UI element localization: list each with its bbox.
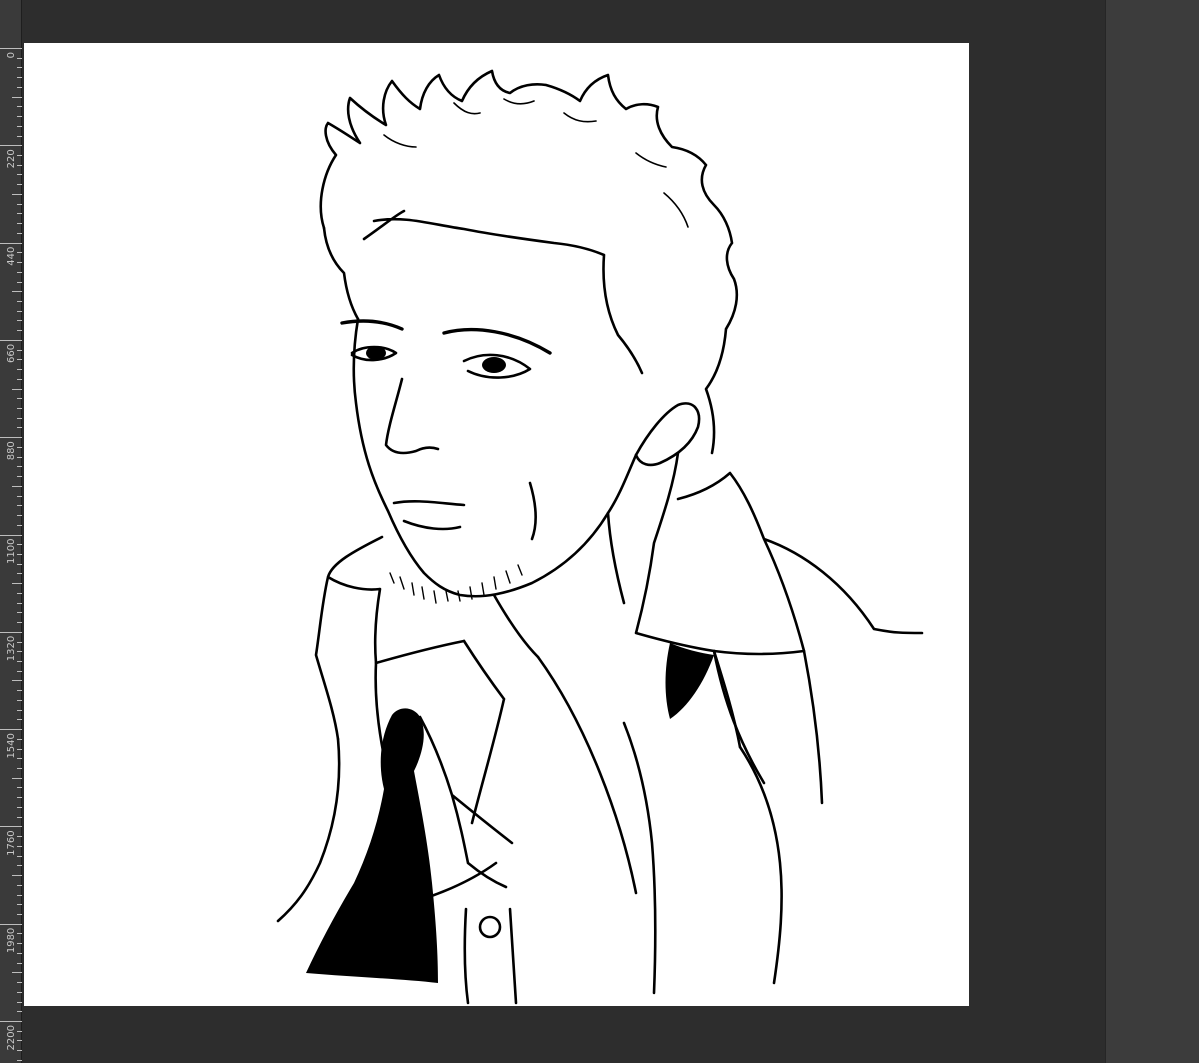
ruler-label: 880: [6, 441, 17, 460]
ruler-label: 660: [6, 344, 17, 363]
collar-shadow: [665, 643, 714, 719]
line-art-drawing: [276, 69, 924, 1005]
ruler-label: 1760: [6, 830, 17, 855]
hair-strokes: [319, 69, 739, 455]
ruler-label: 2200: [6, 1025, 17, 1050]
ear: [634, 402, 701, 467]
nose: [384, 377, 440, 455]
neck: [492, 511, 626, 659]
stubble: [389, 564, 523, 604]
right-pupil: [482, 357, 506, 373]
vertical-ruler[interactable]: 0 220 440 660 880 1100 1320 1540 1760 1980 2200: [0, 0, 22, 1063]
ruler-scale: 0 220 440 660 880 1100 1320 1540 1760 1980 2200: [0, 48, 22, 1061]
hairline: [362, 209, 644, 375]
coat-lapel-lines: [462, 639, 824, 995]
ruler-label: 1540: [6, 733, 17, 758]
mouth: [392, 481, 537, 541]
shirt-lines: [418, 715, 514, 889]
hair-left: [322, 226, 360, 321]
ruler-label: 220: [6, 149, 17, 168]
side-panel[interactable]: [1105, 0, 1199, 1063]
hair-strands: [383, 98, 689, 228]
ruler-label: 1100: [6, 539, 17, 564]
ruler-label: 1980: [6, 928, 17, 953]
ruler-label: 440: [6, 247, 17, 266]
ruler-label: 0: [6, 52, 17, 58]
drawing-canvas[interactable]: [24, 43, 969, 1006]
left-pupil: [366, 346, 386, 360]
coat-collar-left: [314, 535, 466, 741]
coat-hem: [463, 907, 518, 1005]
ruler-label: 1320: [6, 636, 17, 661]
coat-button: [478, 915, 502, 939]
